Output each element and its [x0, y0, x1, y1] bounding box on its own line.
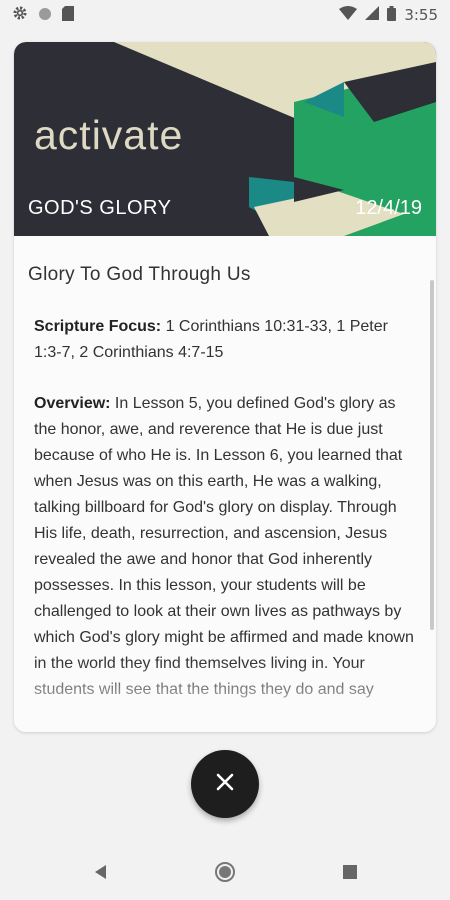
lesson-banner: activate GOD'S GLORY 12/4/19	[14, 42, 436, 236]
overview: Overview: In Lesson 5, you defined God's…	[28, 391, 422, 703]
sd-card-icon	[62, 5, 74, 25]
battery-icon	[387, 5, 397, 25]
lesson-content[interactable]: Glory To God Through Us Scripture Focus:…	[14, 236, 436, 732]
content-fade	[14, 662, 436, 732]
banner-date: 12/4/19	[355, 197, 422, 219]
lesson-title: Glory To God Through Us	[28, 264, 251, 285]
close-icon	[216, 773, 234, 795]
circle-icon	[38, 6, 52, 25]
scrollbar[interactable]	[430, 280, 434, 630]
recents-icon[interactable]	[342, 864, 358, 880]
scripture-focus: Scripture Focus: 1 Corinthians 10:31-33,…	[28, 314, 422, 366]
lesson-card: activate GOD'S GLORY 12/4/19 Glory To Go…	[14, 42, 436, 732]
wifi-icon	[339, 6, 358, 24]
overview-text: In Lesson 5, you defined God's glory as …	[34, 395, 414, 698]
back-icon[interactable]	[92, 863, 108, 881]
clock: 3:55	[404, 6, 438, 24]
home-icon[interactable]	[215, 862, 235, 882]
status-bar: 3:55	[0, 0, 450, 30]
signal-icon	[365, 6, 380, 24]
close-button[interactable]	[191, 750, 259, 818]
scripture-label: Scripture Focus:	[34, 318, 162, 335]
overview-label: Overview:	[34, 395, 111, 412]
gear-icon	[12, 5, 28, 25]
banner-topic: GOD'S GLORY	[28, 197, 172, 219]
banner-brand-word: activate	[34, 112, 184, 158]
navigation-bar	[0, 845, 450, 900]
